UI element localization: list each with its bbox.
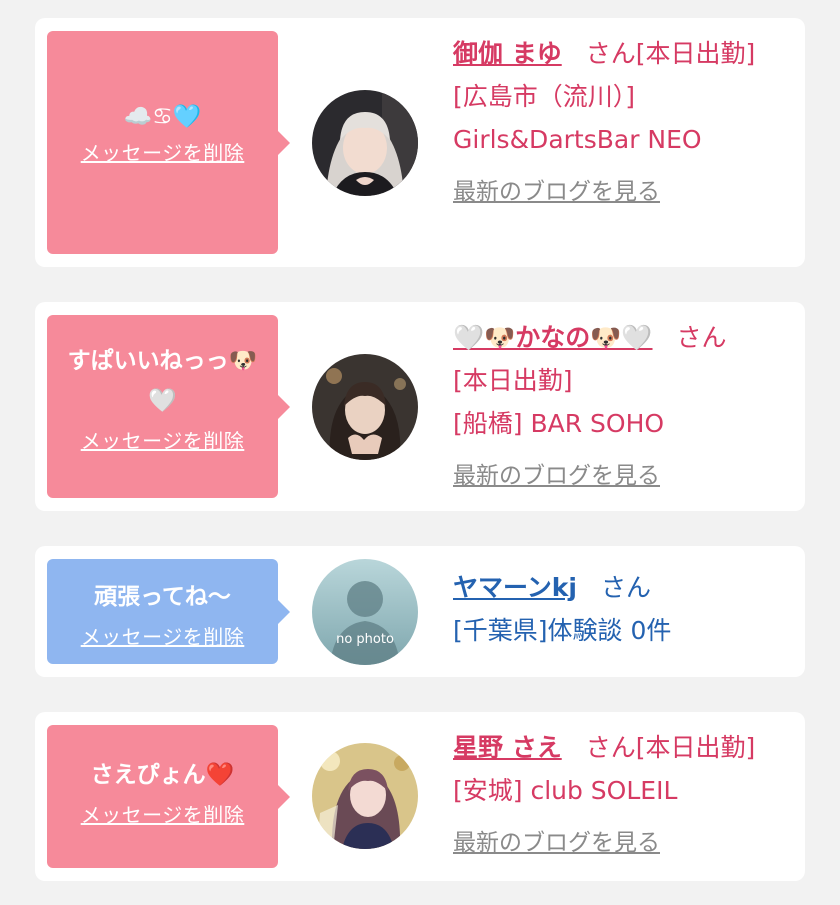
avatar-photo-icon [312,743,418,849]
message-bubble: さえぴょん❤️ メッセージを削除 [47,725,290,868]
honorific: さん [600,573,651,602]
sender-header: 御伽 まゆ さん[本日出勤] [453,32,793,75]
sender-name-link[interactable]: ヤマーンkj [453,573,577,602]
avatar[interactable]: no photo [312,559,418,665]
honorific: さん [585,39,636,68]
delete-message-link[interactable]: メッセージを削除 [81,621,245,650]
message-card: ☁️♋︎🩵 メッセージを削除 御伽 まゆ さん[本日出勤] [広島市（流川）] G… [35,18,805,267]
sender-info: 御伽 まゆ さん[本日出勤] [広島市（流川）] Girls&DartsBar N… [453,32,793,214]
latest-blog-link[interactable]: 最新のブログを見る [453,455,660,498]
message-text: 頑張ってね〜 [94,584,231,610]
sender-name-link[interactable]: 星野 さえ [453,733,562,762]
message-card: さえぴょん❤️ メッセージを削除 星野 さえ さん[本日出勤] [安城] club… [35,712,805,881]
no-photo-avatar-icon: no photo [312,559,418,665]
sender-location: [千葉県]体験談 0件 [453,616,672,645]
delete-message-link[interactable]: メッセージを削除 [81,137,245,166]
work-status: [本日出勤] [635,39,756,68]
sender-header: ヤマーンkj さん [453,566,793,609]
message-bubble: すぱいいねっっ🐶🤍 メッセージを削除 [47,315,290,498]
message-text: さえぴょん❤️ [90,762,235,788]
delete-message-link[interactable]: メッセージを削除 [81,799,245,828]
sender-name-link[interactable]: 御伽 まゆ [453,39,562,68]
sender-header: 🤍🐶かなの🐶🤍 さん [453,316,793,359]
latest-blog-link[interactable]: 最新のブログを見る [453,171,660,214]
avatar[interactable] [312,743,418,849]
work-status: [本日出勤] [635,733,756,762]
sender-info: 星野 さえ さん[本日出勤] [安城] club SOLEIL 最新のブログを見る [453,726,793,865]
message-bubble: 頑張ってね〜 メッセージを削除 [47,559,290,664]
sender-info: ヤマーンkj さん [千葉県]体験談 0件 [453,566,793,652]
honorific: さん [676,323,727,352]
sender-location: [広島市（流川）] Girls&DartsBar NEO [453,82,702,154]
sender-name-link[interactable]: 🤍🐶かなの🐶🤍 [453,323,653,352]
work-status: [本日出勤] [453,366,573,395]
delete-message-link[interactable]: メッセージを削除 [81,425,245,454]
avatar-photo-icon [312,90,418,196]
latest-blog-link[interactable]: 最新のブログを見る [453,822,660,865]
message-card: 頑張ってね〜 メッセージを削除 no photo ヤマーンkj さん [千葉県]… [35,546,805,677]
avatar[interactable] [312,90,418,196]
sender-info: 🤍🐶かなの🐶🤍 さん [本日出勤] [船橋] BAR SOHO 最新のブログを見る [453,316,793,498]
sender-header: 星野 さえ さん[本日出勤] [453,726,793,769]
message-card: すぱいいねっっ🐶🤍 メッセージを削除 🤍🐶かなの🐶🤍 さん [本日出勤] [船橋]… [35,302,805,511]
sender-location: [船橋] BAR SOHO [453,409,665,438]
honorific: さん [585,733,636,762]
message-bubble: ☁️♋︎🩵 メッセージを削除 [47,31,290,254]
message-text: ☁️♋︎🩵 [123,104,202,130]
message-list: ☁️♋︎🩵 メッセージを削除 御伽 まゆ さん[本日出勤] [広島市（流川）] G… [0,0,840,905]
avatar-photo-icon [312,354,418,460]
sender-location: [安城] club SOLEIL [453,776,678,805]
no-photo-label: no photo [336,632,394,647]
message-text: すぱいいねっっ🐶🤍 [67,348,258,414]
avatar[interactable] [312,354,418,460]
